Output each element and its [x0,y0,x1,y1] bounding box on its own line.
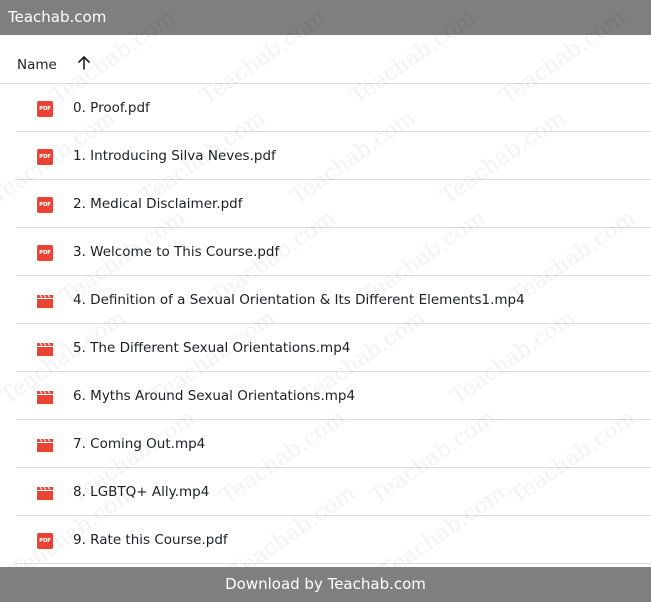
file-name: 6. Myths Around Sexual Orientations.mp4 [73,388,356,404]
file-name: 9. Rate this Course.pdf [73,532,228,548]
file-name: 3. Welcome to This Course.pdf [73,244,280,260]
file-row[interactable]: 5. The Different Sexual Orientations.mp4 [16,324,651,372]
file-row[interactable]: 7. Coming Out.mp4 [16,420,651,468]
video-clapper-icon [37,294,53,308]
file-row[interactable]: PDF 3. Welcome to This Course.pdf [16,228,651,276]
file-row[interactable]: 4. Definition of a Sexual Orientation & … [16,276,651,324]
arrow-up-icon[interactable] [77,56,91,70]
file-row[interactable]: PDF 2. Medical Disclaimer.pdf [16,180,651,228]
pdf-icon: PDF [37,101,53,117]
video-clapper-icon [37,438,53,452]
file-name: 2. Medical Disclaimer.pdf [73,196,243,212]
file-name: 1. Introducing Silva Neves.pdf [73,148,276,164]
pdf-icon: PDF [37,197,53,213]
file-row[interactable]: PDF 9. Rate this Course.pdf [16,516,651,564]
file-row[interactable]: PDF 0. Proof.pdf [16,84,651,132]
pdf-icon: PDF [37,245,53,261]
file-name: 5. The Different Sexual Orientations.mp4 [73,340,351,356]
file-name: 7. Coming Out.mp4 [73,436,206,452]
top-bar: Teachab.com [0,0,651,35]
file-row[interactable]: 8. LGBTQ+ Ally.mp4 [16,468,651,516]
video-clapper-icon [37,486,53,500]
pdf-icon: PDF [37,149,53,165]
file-list: Name PDF 0. Proof.pdf PDF 1. Introducing… [0,35,651,564]
file-name: 0. Proof.pdf [73,100,150,116]
site-title: Teachab.com [8,8,107,26]
download-footer[interactable]: Download by Teachab.com [0,567,651,602]
file-row[interactable]: 6. Myths Around Sexual Orientations.mp4 [16,372,651,420]
pdf-icon: PDF [37,533,53,549]
file-row[interactable]: PDF 1. Introducing Silva Neves.pdf [16,132,651,180]
video-clapper-icon [37,390,53,404]
footer-text: Download by Teachab.com [225,575,426,593]
video-clapper-icon [37,342,53,356]
list-header: Name [0,35,651,84]
file-name: 4. Definition of a Sexual Orientation & … [73,292,525,308]
file-name: 8. LGBTQ+ Ally.mp4 [73,484,210,500]
